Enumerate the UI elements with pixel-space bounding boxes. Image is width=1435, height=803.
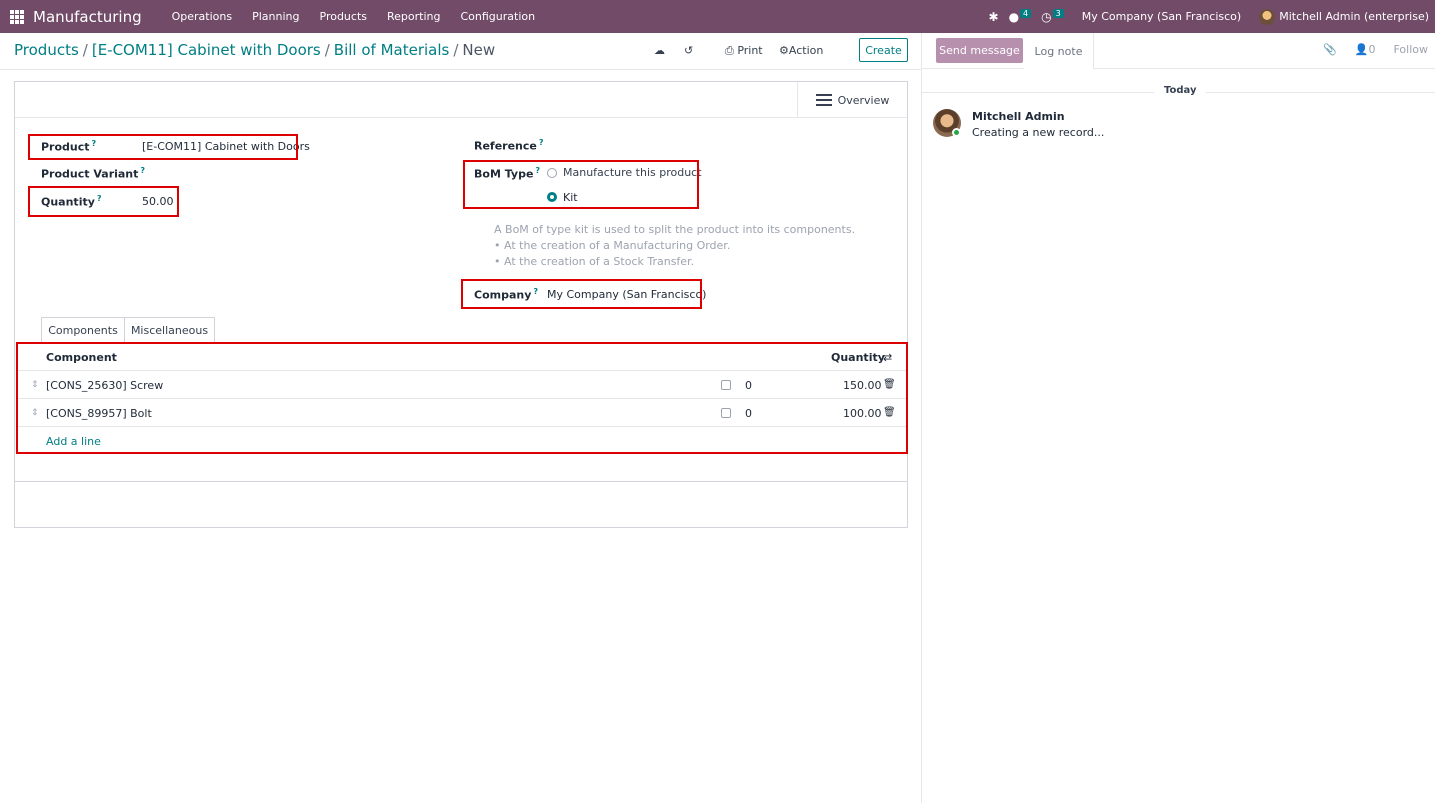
menu-planning[interactable]: Planning [242, 10, 309, 23]
reference-field[interactable] [547, 136, 887, 152]
component-consumed: 0 [745, 407, 752, 420]
copy-icon [721, 380, 731, 390]
control-panel: Products / [E-COM11] Cabinet with Doors / Bi… [0, 33, 921, 70]
activities-badge: 3 [1052, 8, 1064, 18]
bom-type-label: BoM Type? [474, 166, 541, 181]
form-sheet: Overview Product? [E-COM11] Cabinet with… [14, 81, 908, 528]
follow-button[interactable]: Follow [1393, 43, 1428, 56]
column-component[interactable]: Component [46, 351, 117, 364]
menu-configuration[interactable]: Configuration [450, 10, 545, 23]
product-field[interactable]: [E-COM11] Cabinet with Doors [142, 140, 310, 153]
create-button[interactable]: Create [859, 38, 908, 62]
trash-icon[interactable]: 🗑 [883, 407, 896, 418]
radio-manufacture-label[interactable]: Manufacture this product [563, 166, 702, 179]
save-cloud-icon[interactable]: ☁ [654, 44, 665, 57]
radio-manufacture[interactable] [547, 168, 557, 178]
bom-kit-help-bullet: • At the creation of a Manufacturing Ord… [494, 239, 731, 252]
breadcrumb-product[interactable]: [E-COM11] Cabinet with Doors [92, 41, 321, 59]
product-variant-field[interactable] [142, 164, 312, 180]
message-body: Creating a new record... [972, 126, 1105, 139]
date-separator: Today [1154, 85, 1207, 96]
send-message-button[interactable]: Send message [936, 38, 1023, 63]
followers-button[interactable]: 👤0 [1355, 43, 1376, 56]
print-label: Print [737, 44, 763, 57]
company-field[interactable]: My Company (San Francisco) [547, 288, 706, 301]
discard-undo-icon[interactable]: ↺ [684, 44, 693, 57]
apps-menu-icon[interactable] [10, 9, 24, 24]
messages-icon[interactable]: ● 4 [1009, 8, 1032, 24]
drag-handle-icon[interactable]: ⇕ [31, 408, 39, 418]
chatter-panel: Send message Log note 📎 👤0 Follow Today … [921, 33, 1435, 803]
attachment-paperclip-icon[interactable]: 📎 [1323, 43, 1337, 56]
tab-miscellaneous[interactable]: Miscellaneous [125, 317, 215, 343]
breadcrumb-products[interactable]: Products [14, 41, 79, 59]
followers-count: 0 [1368, 43, 1376, 56]
tab-components[interactable]: Components [41, 317, 125, 343]
log-note-button[interactable]: Log note [1024, 33, 1094, 69]
copy-icon [721, 408, 731, 418]
company-switcher[interactable]: My Company (San Francisco) [1082, 10, 1241, 23]
user-menu[interactable]: Mitchell Admin (enterprise) [1279, 10, 1429, 23]
table-row[interactable]: ⇕ [CONS_89957] Bolt 0 100.00 🗑 [17, 399, 907, 427]
breadcrumb-separator: / [324, 41, 330, 59]
activities-clock-icon[interactable]: ◷ 3 [1041, 8, 1064, 24]
menu-products[interactable]: Products [310, 10, 378, 23]
component-consumed: 0 [745, 379, 752, 392]
bom-kit-help-text: A BoM of type kit is used to split the p… [494, 223, 856, 236]
reference-label: Reference? [474, 138, 544, 153]
product-variant-label: Product Variant? [41, 166, 146, 181]
component-name[interactable]: [CONS_25630] Screw [46, 379, 163, 392]
breadcrumb-bom[interactable]: Bill of Materials [334, 41, 450, 59]
menu-operations[interactable]: Operations [162, 10, 242, 23]
navbar-systray: ✱ ● 4 ◷ 3 My Company (San Francisco) Mitch… [989, 0, 1429, 33]
radio-kit-label[interactable]: Kit [563, 191, 578, 204]
sheet-divider [15, 481, 907, 482]
table-row[interactable]: ⇕ [CONS_25630] Screw 0 150.00 🗑 [17, 371, 907, 399]
action-button[interactable]: ⚙Action [779, 44, 823, 57]
drag-handle-icon[interactable]: ⇕ [31, 380, 39, 390]
optional-columns-toggle-icon[interactable]: ⇄ [883, 351, 892, 364]
top-navbar: Manufacturing Operations Planning Produc… [0, 0, 1435, 33]
breadcrumb-current: New [462, 41, 496, 59]
debug-bug-icon[interactable]: ✱ [989, 10, 999, 24]
chatter-tools: 📎 👤0 Follow [1323, 43, 1428, 56]
online-status-dot [952, 128, 961, 137]
component-quantity[interactable]: 150.00 [843, 379, 882, 392]
overview-button[interactable]: Overview [797, 82, 907, 118]
overview-label: Overview [837, 93, 890, 107]
breadcrumb-separator: / [453, 41, 459, 59]
menu-reporting[interactable]: Reporting [377, 10, 450, 23]
gear-icon: ⚙ [779, 44, 789, 57]
trash-icon[interactable]: 🗑 [883, 379, 896, 390]
app-brand[interactable]: Manufacturing [33, 8, 142, 26]
product-label: Product? [41, 139, 97, 154]
quantity-label: Quantity? [41, 194, 102, 209]
radio-kit[interactable] [547, 192, 557, 202]
column-quantity[interactable]: Quantity [831, 351, 885, 364]
print-button[interactable]: ⎙ Print [725, 44, 763, 58]
print-icon: ⎙ [725, 44, 734, 57]
component-name[interactable]: [CONS_89957] Bolt [46, 407, 152, 420]
status-bar: Overview [15, 82, 907, 118]
table-header: Component Quantity ⇄ [17, 343, 907, 371]
component-quantity[interactable]: 100.00 [843, 407, 882, 420]
quantity-field[interactable]: 50.00 [142, 195, 174, 208]
message-author[interactable]: Mitchell Admin [972, 110, 1065, 123]
company-label: Company? [474, 287, 539, 302]
user-avatar[interactable] [1259, 8, 1276, 25]
user-icon: 👤 [1354, 43, 1369, 56]
main-menu: Operations Planning Products Reporting C… [162, 10, 545, 23]
breadcrumb: Products / [E-COM11] Cabinet with Doors / Bi… [14, 41, 495, 59]
breadcrumb-separator: / [82, 41, 88, 59]
messages-badge: 4 [1020, 8, 1032, 18]
add-line-row: Add a line [17, 427, 907, 455]
bom-kit-help-bullet: • At the creation of a Stock Transfer. [494, 255, 695, 268]
add-line-link[interactable]: Add a line [46, 435, 101, 448]
chatter-topbar: Send message Log note 📎 👤0 Follow [922, 33, 1435, 69]
hamburger-icon [815, 94, 832, 106]
action-label: Action [788, 44, 824, 57]
